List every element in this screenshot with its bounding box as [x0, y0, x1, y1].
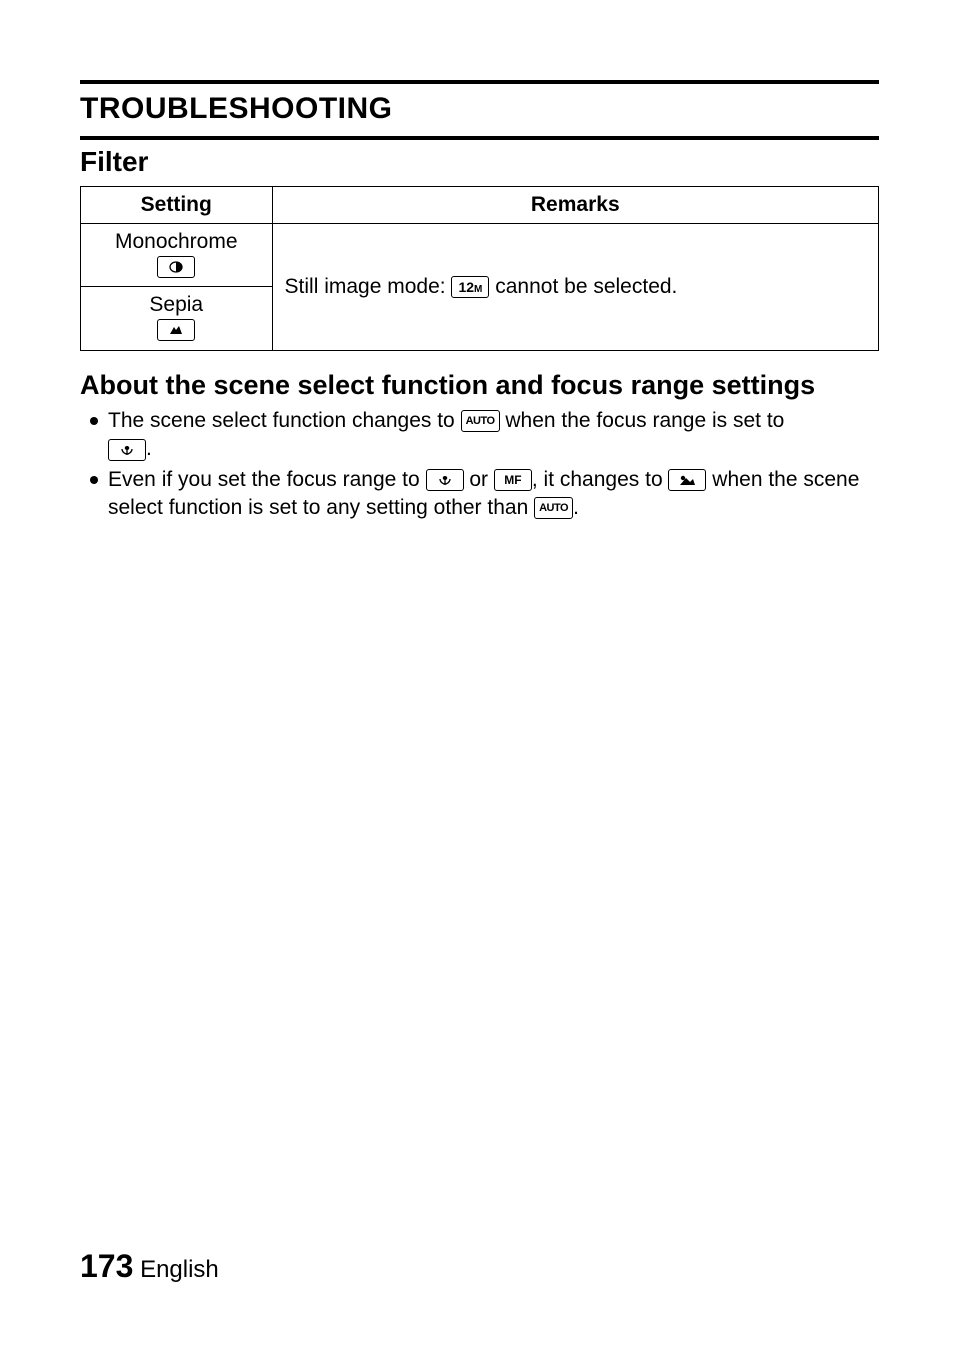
page-language: English	[140, 1256, 219, 1283]
monochrome-icon	[157, 256, 195, 278]
auto-icon: AUTO	[534, 497, 573, 519]
page-number: 173	[80, 1248, 133, 1284]
sepia-icon	[157, 319, 195, 341]
page-footer: 173 English	[80, 1248, 219, 1285]
list-item: The scene select function changes to AUT…	[108, 407, 879, 464]
col-remarks: Remarks	[272, 187, 878, 224]
setting-sepia-label: Sepia	[149, 293, 203, 316]
scene-heading: About the scene select function and focu…	[80, 369, 879, 401]
col-setting: Setting	[81, 187, 273, 224]
list-item: Even if you set the focus range to or MF…	[108, 466, 879, 523]
filter-heading: Filter	[80, 146, 879, 178]
macro-icon	[426, 469, 464, 491]
mf-icon: MF	[494, 469, 532, 491]
macro-icon	[108, 439, 146, 461]
setting-monochrome-label: Monochrome	[115, 230, 238, 253]
remarks-suffix: cannot be selected.	[489, 275, 677, 298]
notes-list: The scene select function changes to AUT…	[80, 407, 879, 522]
twelve-mp-icon: 12M	[451, 276, 489, 298]
scene-icon	[668, 469, 706, 491]
table-row: Monochrome Still image mode: 12M cannot …	[81, 224, 879, 287]
filter-table: Setting Remarks Monochrome Still image m…	[80, 186, 879, 351]
remarks-prefix: Still image mode:	[285, 275, 452, 298]
auto-icon: AUTO	[461, 410, 500, 432]
page-title: TROUBLESHOOTING	[80, 92, 879, 126]
